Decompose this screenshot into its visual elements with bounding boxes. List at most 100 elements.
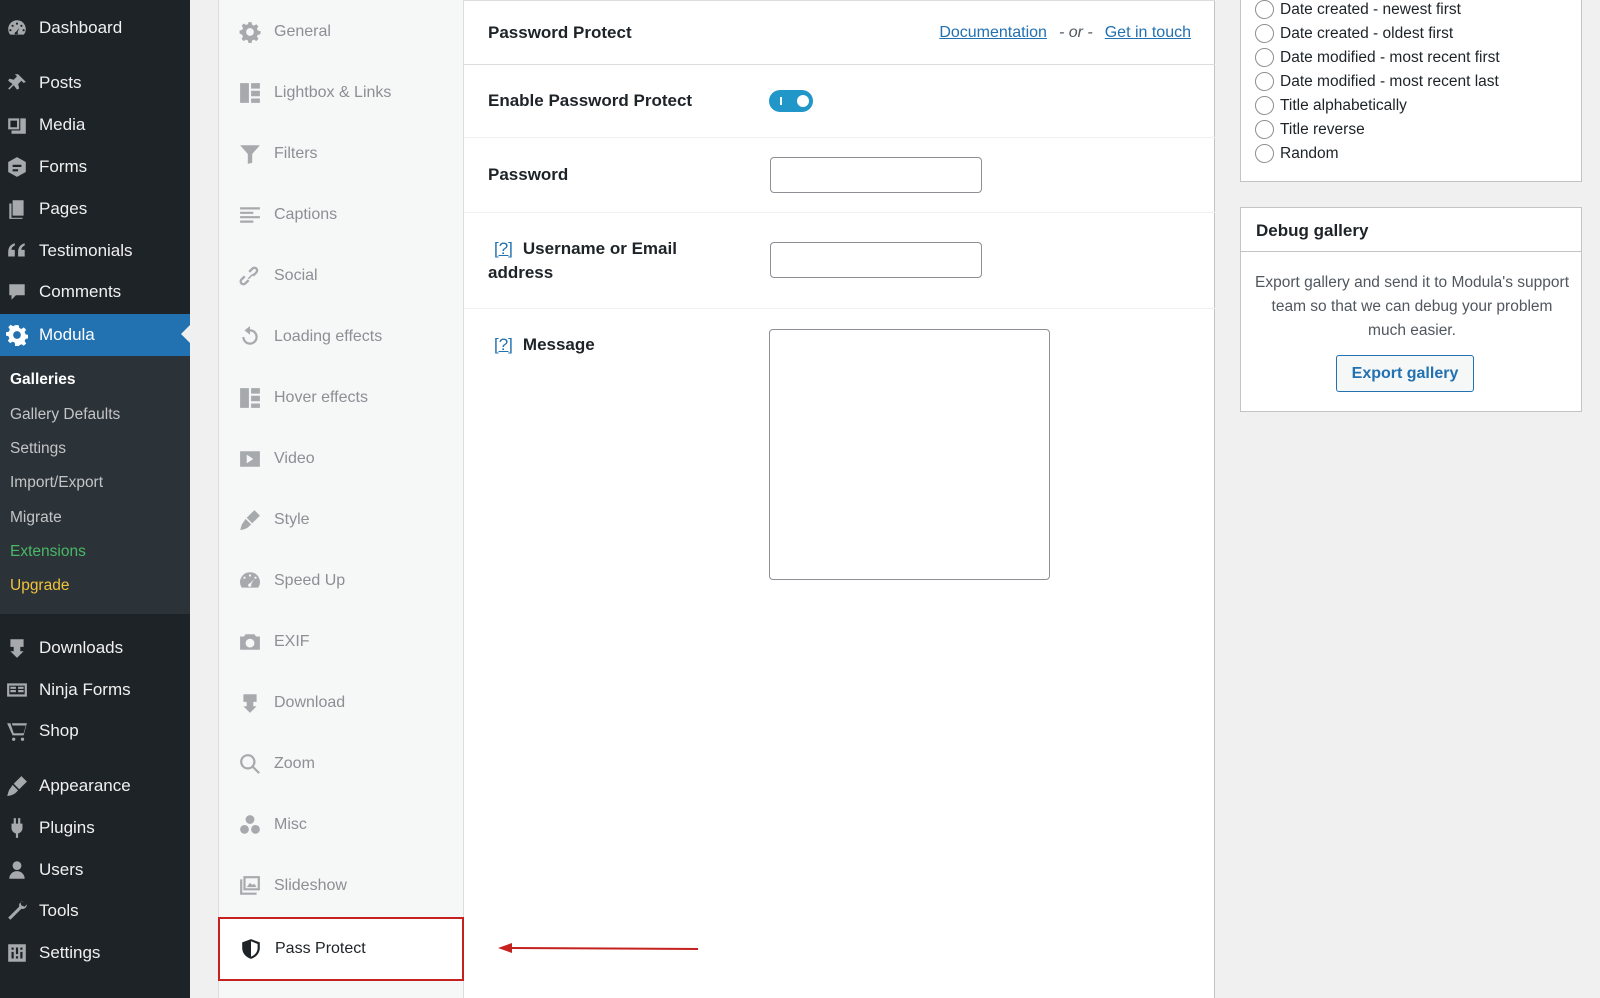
menu-label: Pages bbox=[39, 199, 88, 218]
gear-icon bbox=[239, 21, 261, 43]
tab-label: Lightbox & Links bbox=[274, 84, 392, 101]
radio-button[interactable] bbox=[1255, 48, 1274, 67]
tab-label: General bbox=[274, 23, 331, 40]
sort-option-label: Date modified - most recent first bbox=[1280, 48, 1500, 66]
tab-captions[interactable]: Captions bbox=[219, 185, 465, 245]
password-input[interactable] bbox=[770, 157, 982, 193]
menu-item-plugins[interactable]: Plugins bbox=[0, 808, 190, 848]
menu-item-downloads[interactable]: Downloads bbox=[0, 628, 190, 668]
magnifier-icon bbox=[239, 753, 261, 775]
tab-label: Captions bbox=[274, 206, 338, 223]
sort-option[interactable]: Title alphabetically bbox=[1255, 96, 1407, 115]
message-help-link[interactable]: [?] bbox=[494, 335, 513, 354]
brush-icon bbox=[5, 774, 29, 798]
menu-label: Dashboard bbox=[39, 18, 123, 37]
sort-option[interactable]: Date modified - most recent last bbox=[1255, 72, 1499, 91]
submenu-gallery-defaults[interactable]: Gallery Defaults bbox=[10, 406, 120, 424]
tab-video[interactable]: Video bbox=[219, 429, 465, 489]
enable-password-toggle[interactable] bbox=[769, 90, 813, 112]
tab-label: EXIF bbox=[274, 633, 310, 650]
menu-item-dashboard[interactable]: Dashboard bbox=[0, 8, 190, 48]
sort-option-label: Title alphabetically bbox=[1280, 96, 1407, 114]
captions-icon bbox=[239, 204, 261, 226]
tab-download[interactable]: Download bbox=[219, 673, 465, 733]
submenu-upgrade[interactable]: Upgrade bbox=[10, 577, 69, 595]
menu-item-shop[interactable]: Shop bbox=[0, 711, 190, 751]
radio-button[interactable] bbox=[1255, 96, 1274, 115]
tab-exif[interactable]: EXIF bbox=[219, 612, 465, 672]
menu-item-forms[interactable]: Forms bbox=[0, 147, 190, 187]
tab-label: Hover effects bbox=[274, 389, 368, 406]
tab-filters[interactable]: Filters bbox=[219, 124, 465, 184]
menu-label: Forms bbox=[39, 157, 88, 176]
tab-label: Video bbox=[274, 450, 315, 467]
radio-button[interactable] bbox=[1255, 72, 1274, 91]
play-icon bbox=[239, 448, 261, 470]
documentation-link[interactable]: Documentation bbox=[939, 24, 1047, 42]
enable-password-row: Enable Password Protect bbox=[464, 65, 1215, 138]
tab-zoom[interactable]: Zoom bbox=[219, 734, 465, 794]
tab-label: Loading effects bbox=[274, 328, 383, 345]
username-label-wrap: [?] Username or Email address bbox=[488, 237, 718, 285]
tab-general[interactable]: General bbox=[219, 2, 465, 62]
menu-item-comments[interactable]: Comments bbox=[0, 272, 190, 312]
menu-label: Modula bbox=[39, 325, 95, 344]
tab-label: Download bbox=[274, 694, 346, 711]
gear-icon bbox=[5, 323, 29, 347]
menu-item-settings[interactable]: Settings bbox=[0, 933, 190, 973]
radio-button[interactable] bbox=[1255, 0, 1274, 19]
menu-item-testimonials[interactable]: Testimonials bbox=[0, 231, 190, 271]
tab-hover-effects[interactable]: Hover effects bbox=[219, 368, 465, 428]
tab-speed-up[interactable]: Speed Up bbox=[219, 551, 465, 611]
submenu-extensions[interactable]: Extensions bbox=[10, 543, 86, 561]
menu-item-users[interactable]: Users bbox=[0, 850, 190, 890]
sort-option[interactable]: Title reverse bbox=[1255, 120, 1365, 139]
sort-option[interactable]: Random bbox=[1255, 144, 1339, 163]
sort-option[interactable]: Date modified - most recent first bbox=[1255, 48, 1500, 67]
message-label-wrap: [?] Message bbox=[488, 333, 595, 357]
tab-social[interactable]: Social bbox=[219, 246, 465, 306]
user-icon bbox=[5, 858, 29, 882]
menu-item-appearance[interactable]: Appearance bbox=[0, 766, 190, 806]
debug-gallery-box: Debug gallery Export gallery and send it… bbox=[1240, 207, 1582, 412]
tab-misc[interactable]: Misc bbox=[219, 795, 465, 855]
radio-button[interactable] bbox=[1255, 24, 1274, 43]
username-help-link[interactable]: [?] bbox=[494, 239, 513, 258]
export-gallery-button[interactable]: Export gallery bbox=[1336, 355, 1474, 392]
or-separator: - or - bbox=[1058, 24, 1093, 41]
tab-label: Zoom bbox=[274, 755, 315, 772]
radio-button[interactable] bbox=[1255, 120, 1274, 139]
menu-item-media[interactable]: Media bbox=[0, 105, 190, 145]
tab-label: Filters bbox=[274, 145, 318, 162]
sort-option[interactable]: Date created - newest first bbox=[1255, 0, 1461, 19]
tab-slideshow[interactable]: Slideshow bbox=[219, 856, 465, 916]
menu-label: Media bbox=[39, 115, 86, 134]
message-label: Message bbox=[522, 335, 595, 354]
menu-item-ninja-forms[interactable]: Ninja Forms bbox=[0, 670, 190, 710]
sort-option-label: Date created - oldest first bbox=[1280, 24, 1454, 42]
panel-links: Documentation - or - Get in touch bbox=[939, 24, 1191, 42]
submenu-migrate[interactable]: Migrate bbox=[10, 509, 62, 527]
grid-icon bbox=[239, 387, 261, 409]
menu-item-pages[interactable]: Pages bbox=[0, 189, 190, 229]
menu-item-modula[interactable]: Modula bbox=[0, 314, 190, 356]
tab-loading-effects[interactable]: Loading effects bbox=[219, 307, 465, 367]
sort-option[interactable]: Date created - oldest first bbox=[1255, 24, 1453, 43]
submenu-galleries[interactable]: Galleries bbox=[10, 371, 76, 389]
menu-item-posts[interactable]: Posts bbox=[0, 63, 190, 103]
submenu-settings[interactable]: Settings bbox=[10, 440, 66, 458]
slideshow-icon bbox=[239, 875, 261, 897]
tab-style[interactable]: Style bbox=[219, 490, 465, 550]
message-textarea[interactable] bbox=[769, 329, 1050, 580]
menu-item-tools[interactable]: Tools bbox=[0, 891, 190, 931]
radio-button[interactable] bbox=[1255, 144, 1274, 163]
comments-icon bbox=[5, 280, 29, 304]
get-in-touch-link[interactable]: Get in touch bbox=[1105, 24, 1191, 42]
panel-title: Password Protect bbox=[488, 23, 632, 42]
forms-icon bbox=[5, 155, 29, 179]
username-input[interactable] bbox=[770, 242, 982, 278]
tab-pass-protect[interactable]: Pass Protect bbox=[218, 917, 464, 981]
modula-submenu: Galleries Gallery Defaults Settings Impo… bbox=[0, 356, 190, 614]
tab-lightbox-links[interactable]: Lightbox & Links bbox=[219, 63, 465, 123]
submenu-import-export[interactable]: Import/Export bbox=[10, 474, 103, 492]
